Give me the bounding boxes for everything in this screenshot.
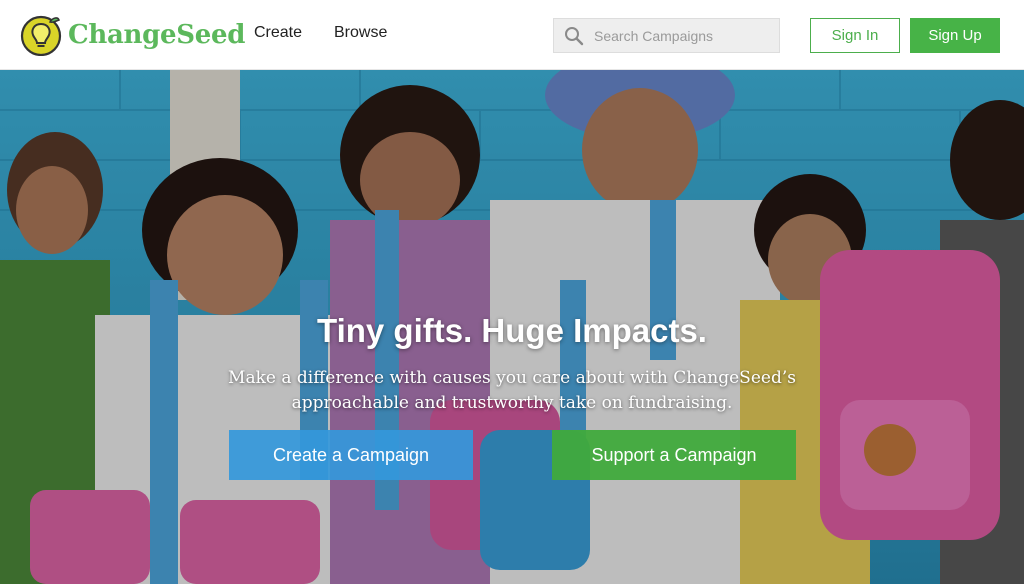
support-campaign-button[interactable]: Support a Campaign: [552, 430, 796, 480]
site-header: ChangeSeed Create Browse Sign In Sign Up: [0, 0, 1024, 70]
brand-name: ChangeSeed: [68, 20, 246, 50]
sign-up-button[interactable]: Sign Up: [910, 18, 1000, 53]
hero-section: Tiny gifts. Huge Impacts. Make a differe…: [0, 70, 1024, 584]
search-icon: [565, 26, 584, 45]
brand-logo[interactable]: ChangeSeed: [20, 14, 245, 56]
hero-subtitle: Make a difference with causes you care a…: [228, 368, 796, 413]
nav-browse-link[interactable]: Browse: [334, 24, 387, 42]
create-campaign-button[interactable]: Create a Campaign: [229, 430, 473, 480]
hero-title: Tiny gifts. Huge Impacts.: [317, 312, 707, 349]
search-input[interactable]: [594, 27, 764, 44]
sign-in-button[interactable]: Sign In: [810, 18, 900, 53]
search-box[interactable]: [553, 18, 780, 53]
seed-lightbulb-icon: [20, 15, 62, 56]
nav-create-link[interactable]: Create: [254, 24, 302, 42]
